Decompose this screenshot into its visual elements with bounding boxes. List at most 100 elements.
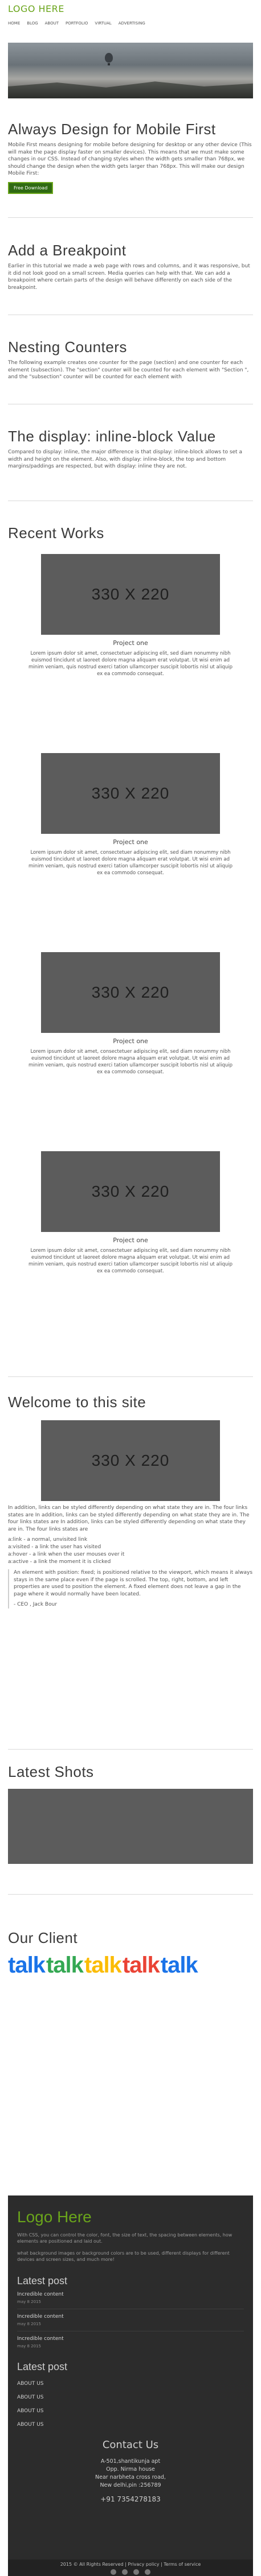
- address-line: Near narbheta cross road,: [95, 2474, 166, 2480]
- list-item: a:visited - a link the user has visited: [8, 1544, 101, 1550]
- work-description: Lorem ipsum dolor sit amet, consectetuer…: [28, 1049, 233, 1075]
- social-icons: [8, 2569, 253, 2575]
- contact-phone[interactable]: +91 7354278183: [17, 2495, 244, 2503]
- nav-item-about[interactable]: ABOUT: [45, 21, 59, 26]
- welcome-thumbnail: 330 X 220: [41, 1420, 220, 1501]
- section-title: Always Design for Mobile First: [8, 121, 216, 138]
- footer-link[interactable]: ABOUT US: [17, 2422, 244, 2428]
- section-body: Earlier in this tutorial we made a web p…: [8, 263, 250, 291]
- nav-item-advertising[interactable]: ADVERTISING: [119, 21, 145, 26]
- thumbnail-label: 330 X 220: [91, 1452, 170, 1469]
- address-line: Opp. Nirma house: [106, 2466, 155, 2472]
- nav-item-portfolio[interactable]: PORTFOLIO: [66, 21, 88, 26]
- main-nav: HOME BLOG ABOUT PORTFOLIO VIRTUAL ADVERT…: [8, 21, 253, 26]
- footer-link[interactable]: ABOUT US: [17, 2381, 244, 2387]
- work-card[interactable]: 330 X 220 Project one Lorem ipsum dolor …: [8, 952, 253, 1076]
- footer-link[interactable]: ABOUT US: [17, 2395, 244, 2400]
- latest-shot-image[interactable]: [8, 1789, 253, 1864]
- thumbnail-label: 330 X 220: [91, 1182, 170, 1200]
- footer-link[interactable]: ABOUT US: [17, 2408, 244, 2414]
- work-title[interactable]: Project one: [8, 639, 253, 647]
- client-logos: talk talk talk talk talk: [8, 1953, 253, 1978]
- copyright-text: 2015 © All Rights Reserved | Privacy pol…: [60, 2562, 201, 2567]
- work-card[interactable]: 330 X 220 Project one Lorem ipsum dolor …: [8, 554, 253, 677]
- footer-logo[interactable]: Logo Here: [17, 2208, 244, 2226]
- footer-post-date: may 8 2015: [17, 2300, 41, 2304]
- section-title: The display: inline-block Value: [8, 428, 216, 445]
- work-title[interactable]: Project one: [8, 1237, 253, 1244]
- logo[interactable]: LOGO HERE: [8, 3, 253, 14]
- contact-block: Contact Us A-501,shantikunja apt Opp. Ni…: [17, 2439, 244, 2503]
- linkedin-icon[interactable]: [145, 2569, 150, 2575]
- footer-post-date: may 8 2015: [17, 2344, 41, 2348]
- client-logo[interactable]: talk: [46, 1953, 84, 1978]
- thumbnail-label: 330 X 220: [91, 983, 170, 1001]
- nav-item-virtual[interactable]: VIRTUAL: [95, 21, 111, 26]
- work-description: Lorem ipsum dolor sit amet, consectetuer…: [28, 850, 233, 876]
- link-states-list: a:link - a normal, unvisited link a:visi…: [8, 1536, 253, 1566]
- section-title: Nesting Counters: [8, 338, 127, 355]
- section-title: Recent Works: [8, 524, 104, 541]
- client-logo[interactable]: talk: [8, 1953, 46, 1978]
- footer-heading: Latest post: [17, 2275, 68, 2286]
- footer-post-title[interactable]: Incredible content: [17, 2314, 244, 2319]
- footer-post-title[interactable]: Incredible content: [17, 2292, 244, 2297]
- site-header: LOGO HERE HOME BLOG ABOUT PORTFOLIO VIRT…: [0, 0, 261, 43]
- section-body: Mobile First means designing for mobile …: [8, 142, 252, 176]
- list-item: a:link - a normal, unvisited link: [8, 1537, 88, 1543]
- work-card[interactable]: 330 X 220 Project one Lorem ipsum dolor …: [8, 1151, 253, 1275]
- welcome-section: Welcome to this site 330 X 220 In additi…: [8, 1394, 253, 1609]
- nav-item-home[interactable]: HOME: [8, 21, 20, 26]
- welcome-body: In addition, links can be styled differe…: [8, 1505, 250, 1532]
- quote-signature: - CEO , Jack Bour: [14, 1602, 58, 1607]
- footer-post-title[interactable]: Incredible content: [17, 2336, 244, 2342]
- balloon-basket-icon: [108, 63, 110, 65]
- section-title: Latest Shots: [8, 1763, 94, 1780]
- download-button[interactable]: Free Download: [8, 181, 54, 194]
- section-title: Our Client: [8, 1929, 78, 1946]
- work-thumbnail[interactable]: 330 X 220: [41, 753, 220, 834]
- latest-shots-section: Latest Shots: [8, 1763, 253, 1864]
- google-plus-icon[interactable]: [122, 2569, 128, 2575]
- client-logo[interactable]: talk: [84, 1953, 122, 1978]
- facebook-icon[interactable]: [111, 2569, 116, 2575]
- work-description: Lorem ipsum dolor sit amet, consectetuer…: [28, 651, 233, 677]
- address-line: New delhi,pin :256789: [100, 2482, 161, 2488]
- section-body: Compared to display: inline, the major d…: [8, 449, 242, 469]
- footer-heading: Latest post: [17, 2361, 68, 2372]
- work-title[interactable]: Project one: [8, 1037, 253, 1045]
- work-title[interactable]: Project one: [8, 838, 253, 846]
- list-item: a:active - a link the moment it is click…: [8, 1559, 111, 1565]
- footer-post-date: may 8 2015: [17, 2322, 41, 2326]
- clients-section: Our Client talk talk talk talk talk: [8, 1929, 253, 1978]
- work-thumbnail[interactable]: 330 X 220: [41, 952, 220, 1033]
- nav-item-blog[interactable]: BLOG: [27, 21, 38, 26]
- twitter-icon[interactable]: [133, 2569, 139, 2575]
- section-nesting: Nesting Counters The following example c…: [8, 338, 253, 381]
- footer-bottom-bar: 2015 © All Rights Reserved | Privacy pol…: [8, 2560, 253, 2576]
- divider: [8, 1894, 253, 1895]
- client-logo[interactable]: talk: [123, 1953, 160, 1978]
- section-breakpoint: Add a Breakpoint Earlier in this tutoria…: [8, 242, 253, 291]
- thumbnail-label: 330 X 220: [91, 585, 170, 603]
- hero-image: [8, 43, 253, 98]
- section-body: The following example creates one counte…: [8, 360, 249, 380]
- page: LOGO HERE HOME BLOG ABOUT PORTFOLIO VIRT…: [0, 0, 261, 2576]
- list-item: a:hover - a link when the user mouses ov…: [8, 1552, 125, 1557]
- section-inline-block: The display: inline-block Value Compared…: [8, 428, 253, 470]
- footer-text: what background images or background col…: [17, 2251, 230, 2262]
- work-card[interactable]: 330 X 220 Project one Lorem ipsum dolor …: [8, 753, 253, 876]
- recent-works: Recent Works 330 X 220 Project one Lorem…: [8, 524, 253, 1274]
- section-title: Add a Breakpoint: [8, 242, 127, 259]
- thumbnail-label: 330 X 220: [91, 784, 170, 802]
- contact-title: Contact Us: [102, 2439, 159, 2451]
- work-thumbnail[interactable]: 330 X 220: [41, 1151, 220, 1232]
- client-logo[interactable]: talk: [161, 1953, 198, 1978]
- blockquote: An element with position: fixed; is posi…: [8, 1569, 253, 1609]
- address-line: A-501,shantikunja apt: [100, 2458, 161, 2465]
- footer-text: With CSS, you can control the color, fon…: [17, 2232, 233, 2244]
- work-thumbnail[interactable]: 330 X 220: [41, 554, 220, 635]
- balloon-icon: [105, 53, 113, 63]
- section-mobile-first: Always Design for Mobile First Mobile Fi…: [8, 121, 253, 194]
- quote-text: An element with position: fixed; is posi…: [14, 1570, 253, 1597]
